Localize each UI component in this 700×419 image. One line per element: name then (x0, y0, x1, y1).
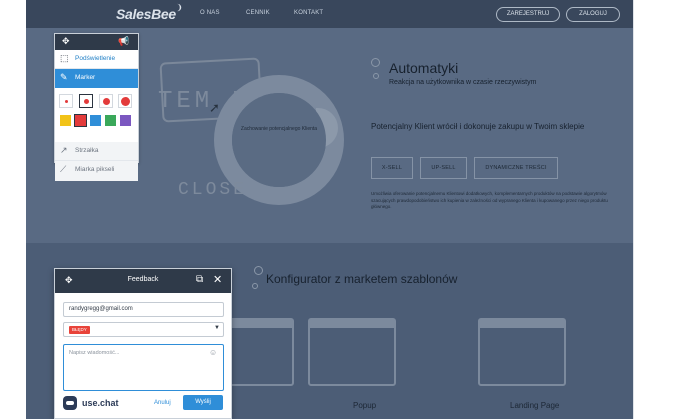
cursor-icon: ➚ (209, 100, 220, 115)
size-xlarge[interactable] (118, 94, 132, 108)
tool-label: Marker (75, 74, 96, 81)
emoji-icon[interactable]: ☺ (209, 348, 217, 357)
feedback-title: Feedback (127, 276, 159, 283)
card-bar (310, 320, 394, 328)
nav-link-pricing[interactable]: CENNIK (246, 10, 270, 16)
nav-link-about[interactable]: O NAS (200, 10, 220, 16)
register-button[interactable]: ZAREJESTRUJ (496, 7, 560, 22)
hero-ring-center (232, 93, 326, 187)
tag-dynamic-content[interactable]: DYNAMICZNE TREŚCI (474, 157, 558, 179)
size-small[interactable] (59, 94, 73, 108)
move-icon[interactable]: ✥ (62, 36, 70, 47)
decor-bubble (254, 266, 263, 275)
category-badge: BŁĘDY (69, 326, 90, 334)
category-select[interactable]: BŁĘDY ▼ (63, 322, 224, 337)
color-swatch[interactable] (105, 115, 116, 126)
hero-subtitle: Reakcja na użytkownika w czasie rzeczywi… (389, 79, 537, 86)
logo-signal-icon: ❩ (176, 3, 183, 12)
login-button[interactable]: ZALOGUJ (566, 7, 620, 22)
template-card-popup[interactable] (308, 318, 396, 386)
feedback-widget: ✥ Feedback ⧉ ✕ randygregg@gmail.com BŁĘD… (54, 268, 232, 419)
template-card-landing[interactable] (478, 318, 566, 386)
card-bar (480, 320, 564, 328)
decor-bubble (252, 283, 258, 289)
tag-xsell[interactable]: X-SELL (371, 157, 413, 179)
marker-palette (55, 88, 138, 142)
send-button[interactable]: Wyślij (183, 395, 223, 410)
tool-ruler[interactable]: ⟋ Miarka pikseli (55, 161, 138, 181)
tool-highlight[interactable]: ⬚ Podświetlenie (55, 50, 138, 69)
tool-arrow[interactable]: ↗ Strzałka (55, 142, 138, 161)
pencil-icon: ✎ (60, 72, 68, 82)
card-caption-landing: Landing Page (510, 401, 560, 410)
arrow-icon: ↗ (60, 145, 68, 155)
tool-label: Strzałka (75, 147, 99, 154)
nav-link-contact[interactable]: KONTAKT (294, 10, 323, 16)
message-placeholder: Napisz wiadomość... (69, 350, 120, 356)
tool-marker[interactable]: ✎ Marker (55, 69, 138, 88)
color-swatch[interactable] (90, 115, 101, 126)
external-link-icon[interactable]: ⧉ (196, 274, 203, 285)
brand-name[interactable]: use.chat (82, 398, 119, 408)
tool-label: Podświetlenie (75, 55, 116, 62)
email-field[interactable]: randygregg@gmail.com (63, 302, 224, 317)
site-top-nav: SalesBee ❩ O NAS CENNIK KONTAKT ZAREJEST… (26, 0, 633, 28)
close-icon[interactable]: ✕ (213, 273, 222, 286)
decor-bubble (371, 58, 380, 67)
hero-body-text: Umożliwia oferowanie potencjalnemu Klien… (371, 191, 608, 209)
usechat-logo-icon (63, 396, 77, 410)
color-swatch[interactable] (120, 115, 131, 126)
highlight-icon: ⬚ (60, 53, 69, 63)
site-logo[interactable]: SalesBee (116, 6, 176, 22)
size-large[interactable] (99, 94, 113, 108)
ruler-icon: ⟋ (60, 164, 67, 174)
color-swatch[interactable] (60, 115, 71, 126)
ring-caption: Zachowanie potencjalnego Klienta (240, 126, 318, 132)
annotation-toolbar: ✥ 📢 ⬚ Podświetlenie ✎ Marker ↗ Strzałka (54, 33, 139, 181)
decor-bubble (373, 73, 379, 79)
card-caption-popup: Popup (353, 401, 377, 410)
size-medium[interactable] (79, 94, 93, 108)
hero-art-close: CLOSE (178, 180, 248, 200)
megaphone-icon[interactable]: 📢 (118, 36, 129, 47)
hero-heading: Potencjalny Klient wrócił i dokonuje zak… (371, 122, 585, 131)
feedback-header: ✥ Feedback ⧉ ✕ (55, 269, 231, 293)
message-textarea[interactable]: Napisz wiadomość... ☺ (63, 344, 224, 391)
chevron-down-icon: ▼ (214, 325, 220, 331)
hero-title: Automatyki (389, 60, 459, 76)
browser-viewport: SalesBee ❩ O NAS CENNIK KONTAKT ZAREJEST… (0, 0, 634, 419)
cancel-button[interactable]: Anuluj (154, 400, 171, 406)
color-swatch[interactable] (74, 114, 87, 127)
tag-upsell[interactable]: UP-SELL (420, 157, 467, 179)
configurator-title: Konfigurator z marketem szablonów (266, 272, 458, 286)
tool-label: Miarka pikseli (75, 166, 115, 173)
toolbar-header: ✥ 📢 (55, 34, 138, 50)
